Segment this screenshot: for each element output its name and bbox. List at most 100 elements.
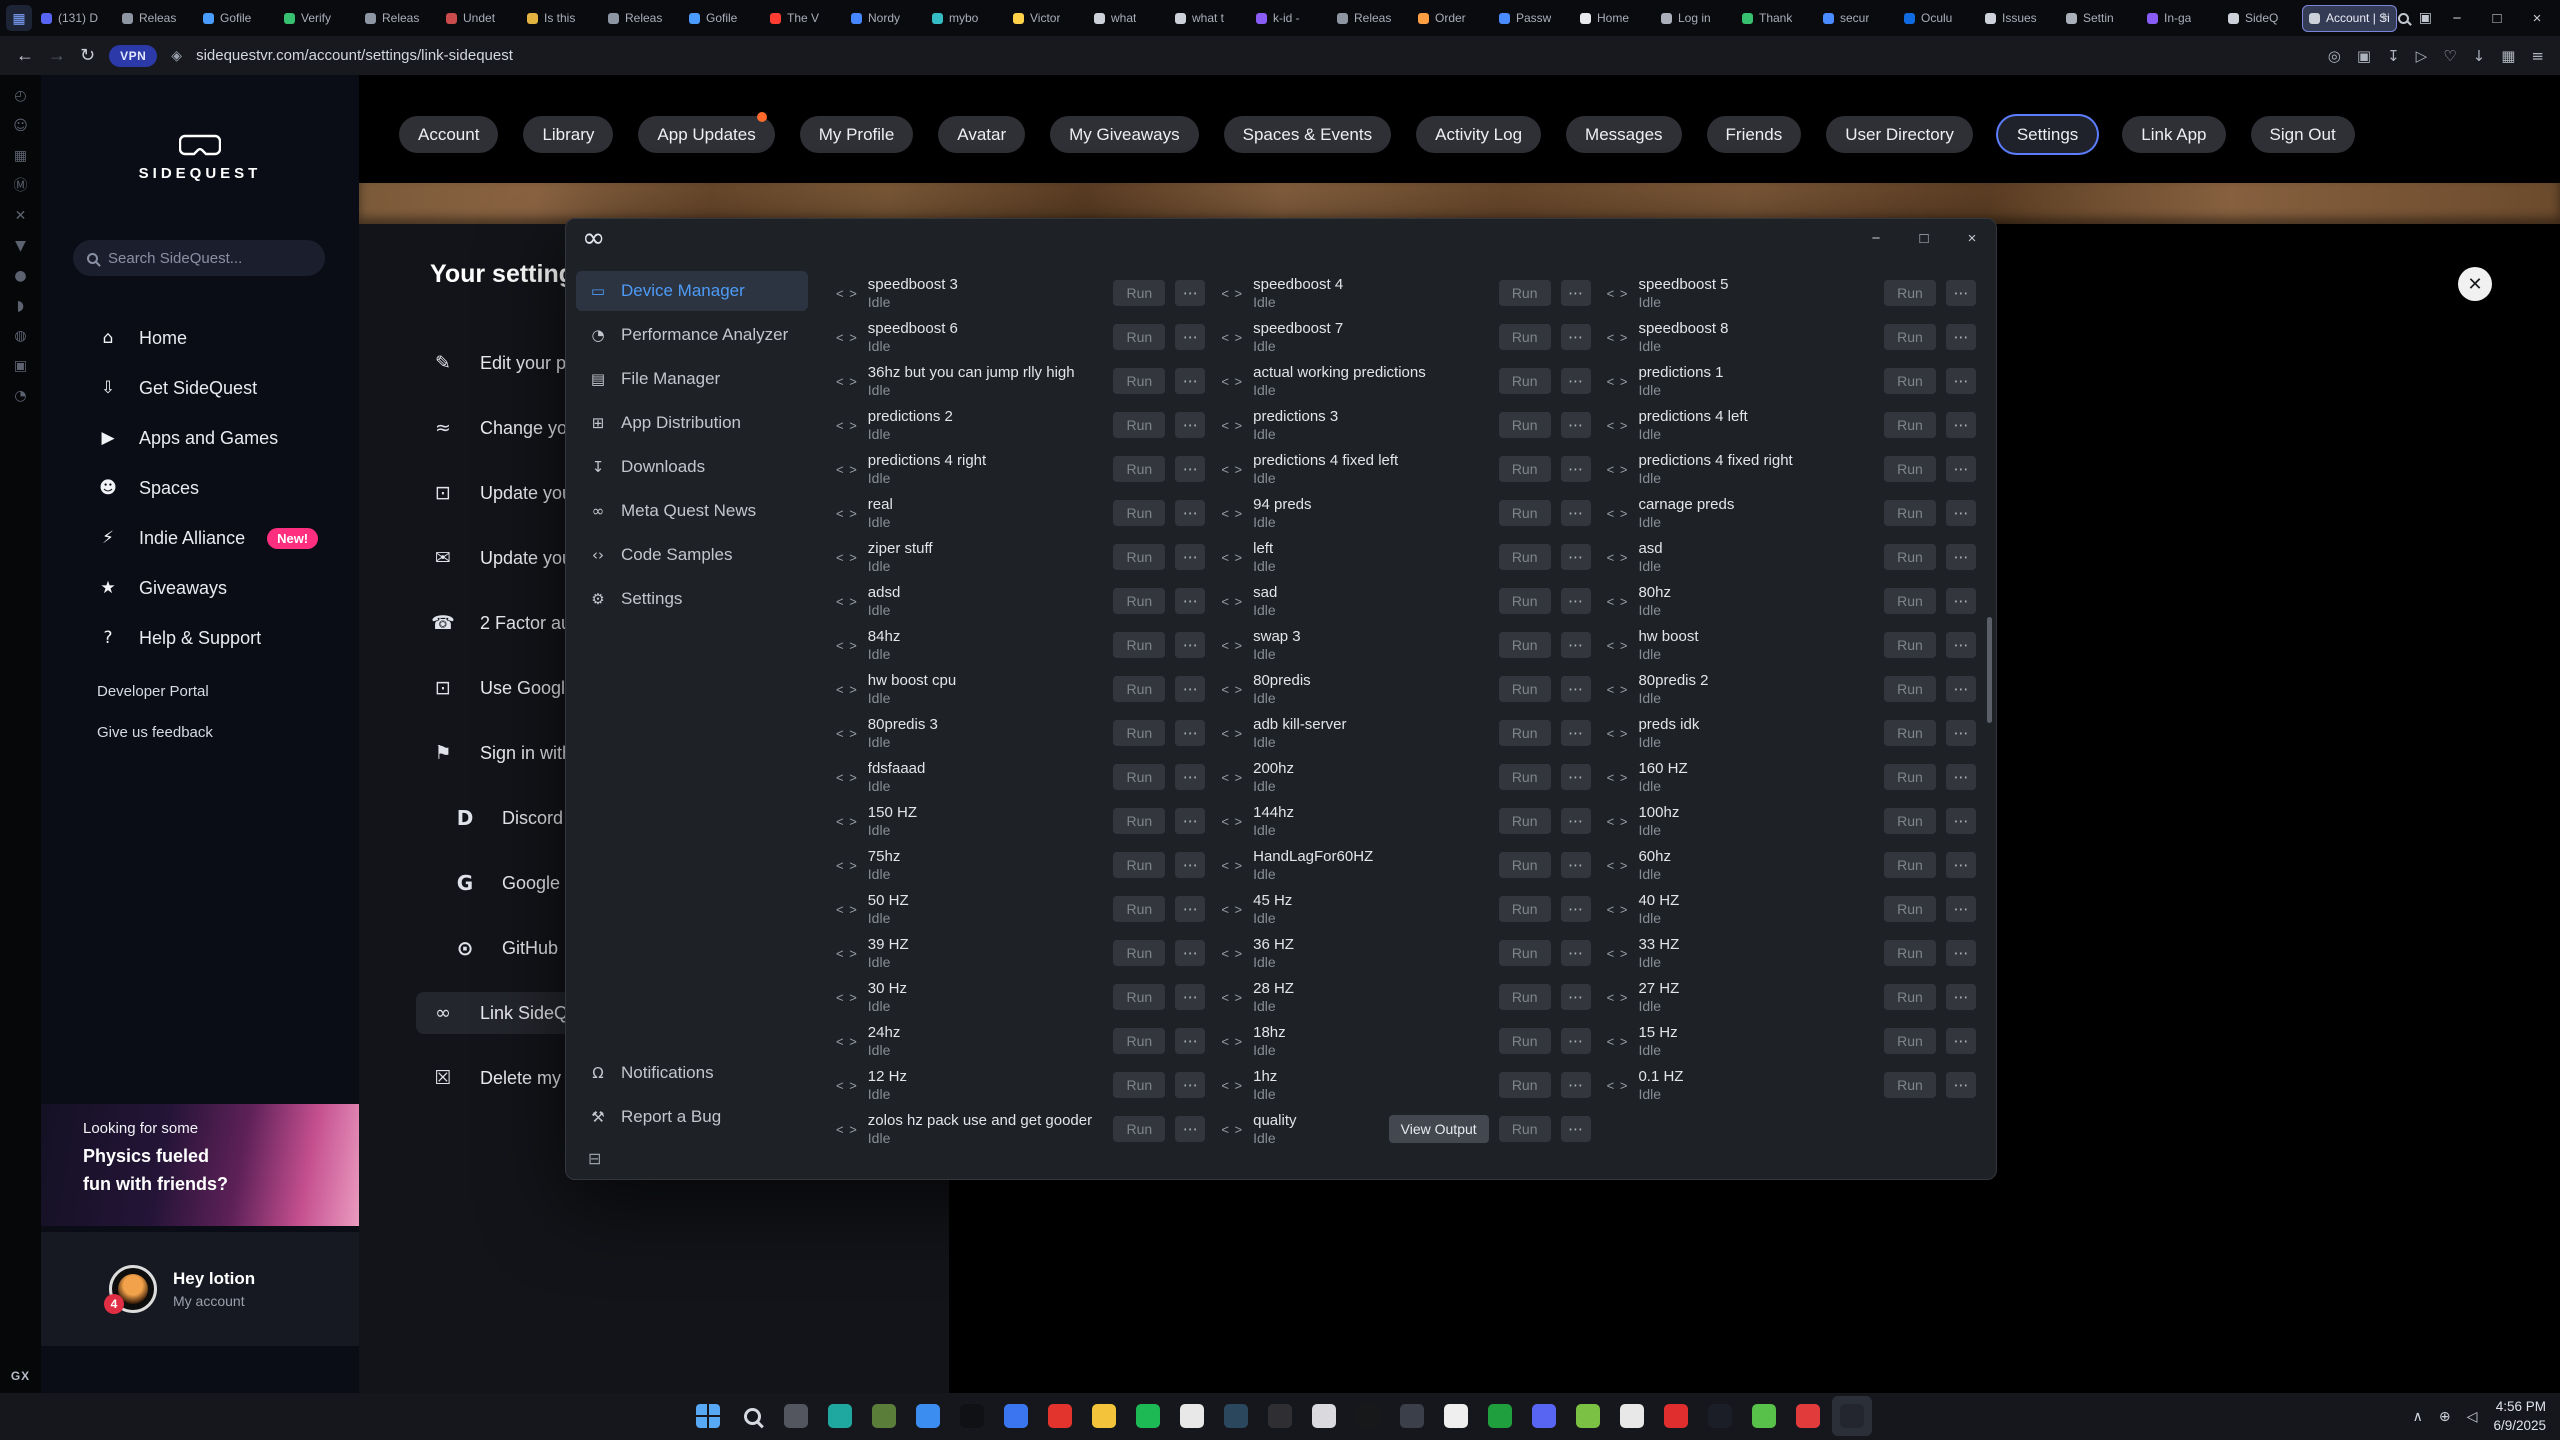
run-button[interactable]: Run xyxy=(1499,808,1551,834)
mqdh-nav-item[interactable]: ↧ Downloads xyxy=(576,447,808,487)
taskbar-app[interactable] xyxy=(688,1396,728,1436)
search-input[interactable] xyxy=(108,250,311,267)
nav-pill[interactable]: Account xyxy=(399,116,498,153)
nav-pill[interactable]: App Updates xyxy=(638,116,774,153)
more-options-button[interactable]: ⋯ xyxy=(1175,500,1205,526)
more-options-button[interactable]: ⋯ xyxy=(1561,324,1591,350)
address-bar[interactable]: sidequestvr.com/account/settings/link-si… xyxy=(196,47,2314,64)
downloads-icon[interactable]: ↓ xyxy=(2473,47,2486,65)
run-button[interactable]: Run xyxy=(1884,764,1936,790)
taskbar-app[interactable] xyxy=(1392,1396,1432,1436)
more-options-button[interactable]: ⋯ xyxy=(1175,1116,1205,1142)
run-button[interactable]: Run xyxy=(1884,544,1936,570)
promo-card[interactable]: Looking for some Physics fueled fun with… xyxy=(41,1104,359,1226)
workspace-icon[interactable]: ▦ xyxy=(6,5,32,31)
taskbar-app[interactable] xyxy=(1436,1396,1476,1436)
more-options-button[interactable]: ⋯ xyxy=(1175,852,1205,878)
rail-icon[interactable]: ✕ xyxy=(15,209,27,223)
more-options-button[interactable]: ⋯ xyxy=(1946,632,1976,658)
more-options-button[interactable]: ⋯ xyxy=(1561,1028,1591,1054)
scrollbar-thumb[interactable] xyxy=(1987,617,1992,723)
run-button[interactable]: Run xyxy=(1113,984,1165,1010)
taskbar-app[interactable] xyxy=(776,1396,816,1436)
more-options-button[interactable]: ⋯ xyxy=(1561,676,1591,702)
more-options-button[interactable]: ⋯ xyxy=(1946,456,1976,482)
run-button[interactable]: Run xyxy=(1113,1028,1165,1054)
rail-icon[interactable]: ▦ xyxy=(14,149,27,163)
sidebar-link[interactable]: Give us feedback xyxy=(97,724,213,741)
run-button[interactable]: Run xyxy=(1884,632,1936,658)
taskbar-app[interactable] xyxy=(1216,1396,1256,1436)
taskbar-app[interactable] xyxy=(1524,1396,1564,1436)
browser-tab[interactable]: Gofile xyxy=(682,5,761,32)
sidebar-nav-item[interactable]: ⇩ Get SideQuest xyxy=(41,363,359,413)
sidequest-search[interactable] xyxy=(73,240,325,276)
run-button[interactable]: Run xyxy=(1113,1072,1165,1098)
more-options-button[interactable]: ⋯ xyxy=(1946,808,1976,834)
taskbar-app[interactable] xyxy=(996,1396,1036,1436)
run-button[interactable]: Run xyxy=(1884,896,1936,922)
more-options-button[interactable]: ⋯ xyxy=(1561,1072,1591,1098)
nav-pill[interactable]: Settings xyxy=(1998,116,2097,153)
more-options-button[interactable]: ⋯ xyxy=(1561,720,1591,746)
run-button[interactable]: Run xyxy=(1499,984,1551,1010)
window-maximize-button[interactable]: □ xyxy=(2482,3,2512,33)
mqdh-close-button[interactable]: × xyxy=(1948,219,1996,257)
mqdh-nav-item[interactable]: ⚙ Settings xyxy=(576,579,808,619)
more-options-button[interactable]: ⋯ xyxy=(1946,676,1976,702)
browser-tab[interactable]: Releas xyxy=(115,5,194,32)
browser-tab[interactable]: Releas xyxy=(601,5,680,32)
more-options-button[interactable]: ⋯ xyxy=(1175,412,1205,438)
volume-icon[interactable]: ◁ xyxy=(2467,1409,2478,1425)
rail-icon[interactable]: ◴ xyxy=(14,89,26,103)
more-options-button[interactable]: ⋯ xyxy=(1175,720,1205,746)
taskbar-app[interactable] xyxy=(1084,1396,1124,1436)
sidebar-link[interactable]: Developer Portal xyxy=(97,683,213,700)
run-button[interactable]: Run xyxy=(1884,588,1936,614)
sidebar-nav-item[interactable]: ⚡ Indie Alliance New! xyxy=(41,513,359,563)
run-button[interactable]: Run xyxy=(1113,632,1165,658)
snapshot-icon[interactable]: ▣ xyxy=(2357,47,2371,65)
more-options-button[interactable]: ⋯ xyxy=(1561,456,1591,482)
video-popout-icon[interactable]: ▷ xyxy=(2416,47,2428,65)
run-button[interactable]: Run xyxy=(1884,500,1936,526)
more-options-button[interactable]: ⋯ xyxy=(1175,676,1205,702)
more-options-button[interactable]: ⋯ xyxy=(1946,852,1976,878)
more-options-button[interactable]: ⋯ xyxy=(1946,412,1976,438)
run-button[interactable]: Run xyxy=(1499,896,1551,922)
run-button[interactable]: Run xyxy=(1884,456,1936,482)
mqdh-nav-item[interactable]: ▤ File Manager xyxy=(576,359,808,399)
run-button[interactable]: Run xyxy=(1499,500,1551,526)
browser-tab[interactable]: (131) D xyxy=(34,5,113,32)
nav-pill[interactable]: My Giveaways xyxy=(1050,116,1199,153)
browser-tab[interactable]: Order xyxy=(1411,5,1490,32)
nav-pill[interactable]: Avatar xyxy=(938,116,1025,153)
save-page-icon[interactable]: ↧ xyxy=(2387,47,2400,65)
browser-tab[interactable]: Issues xyxy=(1978,5,2057,32)
taskbar-app[interactable] xyxy=(1128,1396,1168,1436)
more-options-button[interactable]: ⋯ xyxy=(1175,456,1205,482)
more-options-button[interactable]: ⋯ xyxy=(1175,632,1205,658)
taskbar-app[interactable] xyxy=(908,1396,948,1436)
run-button[interactable]: Run xyxy=(1499,456,1551,482)
more-options-button[interactable]: ⋯ xyxy=(1175,896,1205,922)
more-options-button[interactable]: ⋯ xyxy=(1946,896,1976,922)
run-button[interactable]: Run xyxy=(1113,588,1165,614)
run-button[interactable]: Run xyxy=(1499,544,1551,570)
run-button[interactable]: Run xyxy=(1113,368,1165,394)
collapse-sidebar-icon[interactable]: ⊟ xyxy=(576,1141,808,1168)
nav-pill[interactable]: Sign Out xyxy=(2251,116,2355,153)
site-security-icon[interactable]: ◈ xyxy=(171,48,182,64)
more-options-button[interactable]: ⋯ xyxy=(1175,808,1205,834)
mqdh-minimize-button[interactable]: − xyxy=(1852,219,1900,257)
nav-pill[interactable]: Messages xyxy=(1566,116,1681,153)
run-button[interactable]: Run xyxy=(1884,984,1936,1010)
run-button[interactable]: Run xyxy=(1499,940,1551,966)
more-options-button[interactable]: ⋯ xyxy=(1561,588,1591,614)
more-options-button[interactable]: ⋯ xyxy=(1561,280,1591,306)
network-icon[interactable]: ⊕ xyxy=(2439,1409,2451,1425)
nav-pill[interactable]: Spaces & Events xyxy=(1224,116,1391,153)
run-button[interactable]: Run xyxy=(1884,808,1936,834)
window-minimize-button[interactable]: − xyxy=(2442,3,2472,33)
taskbar-app[interactable] xyxy=(1700,1396,1740,1436)
